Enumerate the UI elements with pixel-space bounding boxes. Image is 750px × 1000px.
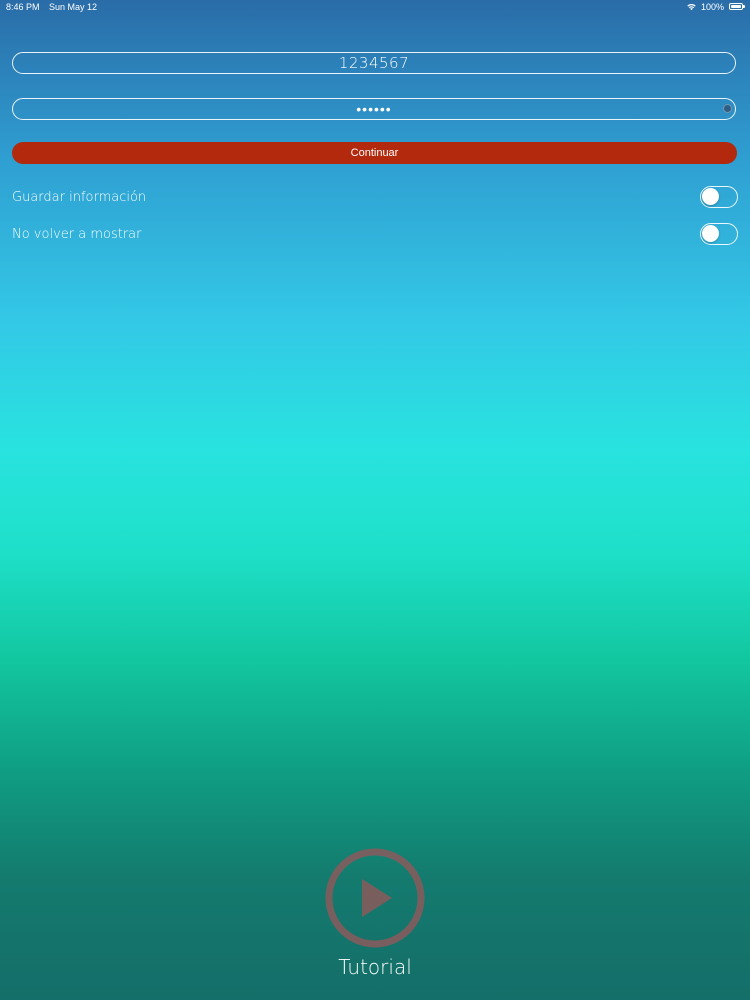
- password-input[interactable]: [12, 98, 736, 120]
- tutorial-play-button[interactable]: [324, 847, 426, 949]
- toggle-knob: [702, 188, 719, 205]
- play-icon: [325, 848, 425, 948]
- wifi-icon: [687, 4, 696, 11]
- battery-percent: 100%: [701, 2, 725, 12]
- password-reveal-icon[interactable]: [723, 104, 732, 113]
- toggle-knob: [702, 225, 719, 242]
- save-info-toggle[interactable]: [700, 186, 738, 208]
- tutorial-label[interactable]: Tutorial: [300, 955, 450, 979]
- save-info-label: Guardar información: [12, 190, 147, 205]
- battery-icon: [729, 3, 745, 10]
- no-show-toggle[interactable]: [700, 223, 738, 245]
- status-bar: 8:46 PM Sun May 12 100%: [0, 0, 750, 14]
- status-time: 8:46 PM: [6, 2, 40, 12]
- status-date: Sun May 12: [49, 2, 98, 12]
- no-show-label: No volver a mostrar: [12, 227, 142, 242]
- user-input[interactable]: [12, 52, 736, 74]
- continue-button[interactable]: Continuar: [12, 142, 737, 164]
